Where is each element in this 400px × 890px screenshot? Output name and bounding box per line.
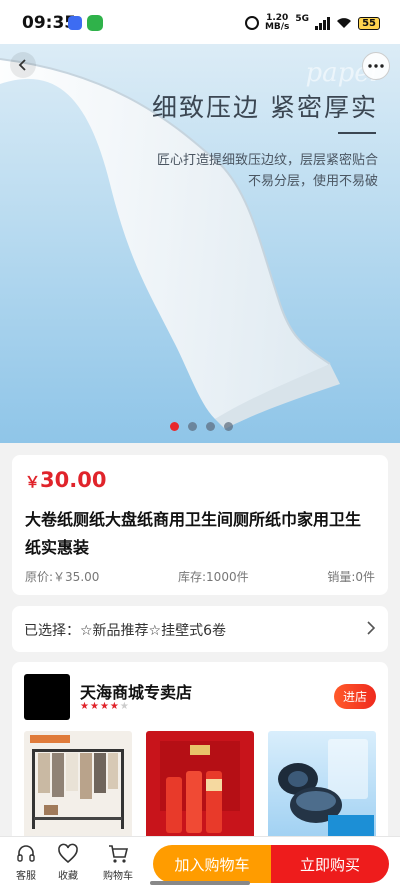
add-to-cart-button[interactable]: 加入购物车 xyxy=(153,845,271,883)
network-speed: 1.20 MB/s xyxy=(265,14,289,32)
spec-selector[interactable]: 已选择：☆新品推荐☆挂壁式6卷 xyxy=(12,606,388,652)
product-info-card: ￥30.00 大卷纸厕纸大盘纸商用卫生间厕所纸巾家用卫生纸实惠装 原价:￥35.… xyxy=(12,455,388,595)
signal-icon xyxy=(315,16,331,30)
carousel-dot[interactable] xyxy=(188,422,197,431)
product-title: 大卷纸厕纸大盘纸商用卫生间厕所纸巾家用卫生纸实惠装 xyxy=(25,510,362,557)
star-icon: ★ xyxy=(99,701,110,712)
product-price: ￥30.00 xyxy=(25,468,106,492)
shop-card: 天海商城专卖店 ★★★★★ 进店 xyxy=(12,662,388,862)
hero-subtitle: 匠心打造提细致压边纹，层层紧密贴合 不易分层，使用不易破 xyxy=(157,150,378,192)
chevron-right-icon xyxy=(367,621,376,635)
heart-icon xyxy=(58,843,78,864)
favorite-button[interactable]: 收藏 xyxy=(48,843,88,882)
original-price: 原价:￥35.00 xyxy=(25,570,100,584)
star-icon: ★ xyxy=(89,701,100,712)
star-icon: ★ xyxy=(109,701,120,712)
shop-rating: ★★★★★ xyxy=(80,701,130,712)
price-currency: ￥ xyxy=(25,473,41,491)
hero-divider xyxy=(338,132,376,134)
gift-box-image xyxy=(160,741,240,833)
clothes-rack-image xyxy=(30,735,124,829)
hero-title: 细致压边 紧密厚实 xyxy=(152,93,378,122)
earbuds-image xyxy=(278,739,374,839)
star-icon: ★ xyxy=(80,701,90,712)
notification-app-icon xyxy=(68,16,82,30)
cart-label: 购物车 xyxy=(103,871,133,882)
shop-name[interactable]: 天海商城专卖店 xyxy=(80,679,192,703)
carousel-dot[interactable] xyxy=(170,422,179,431)
back-button[interactable] xyxy=(10,52,36,78)
carousel-indicator[interactable] xyxy=(170,422,233,431)
home-indicator[interactable] xyxy=(150,881,250,885)
carousel-dot[interactable] xyxy=(206,422,215,431)
network-type: 5G xyxy=(295,14,310,24)
customer-service-button[interactable]: 客服 xyxy=(6,843,46,882)
shop-product-thumbnail[interactable] xyxy=(24,731,132,841)
status-bar: 09:35 1.20 MB/s 5G 55 xyxy=(0,0,400,44)
chevron-left-icon xyxy=(18,59,26,71)
stock-count: 库存:1000件 xyxy=(178,570,249,584)
wechat-icon xyxy=(87,15,103,31)
enter-shop-button[interactable]: 进店 xyxy=(333,684,376,709)
price-value: 30.00 xyxy=(40,468,107,492)
status-indicators: 1.20 MB/s 5G 55 xyxy=(244,14,380,32)
battery-icon: 55 xyxy=(358,16,380,30)
cart-button[interactable]: 购物车 xyxy=(98,843,138,882)
selected-spec-label: 已选择：☆新品推荐☆挂壁式6卷 xyxy=(24,623,227,639)
alarm-icon xyxy=(244,16,259,30)
product-image-carousel[interactable]: papel 细致压边 紧密厚实 匠心打造提细致压边纹，层层紧密贴合 不易分层，使… xyxy=(0,44,400,443)
network-speed-unit: MB/s xyxy=(264,22,290,32)
hero-subtitle-line1: 匠心打造提细致压边纹，层层紧密贴合 xyxy=(156,153,378,168)
carousel-dot[interactable] xyxy=(224,422,233,431)
shopping-cart-icon xyxy=(109,845,129,863)
wifi-icon xyxy=(337,18,352,28)
favorite-label: 收藏 xyxy=(58,871,78,882)
shop-product-thumbnail[interactable] xyxy=(146,731,254,841)
shop-product-thumbnail[interactable] xyxy=(268,731,376,841)
sales-count: 销量:0件 xyxy=(327,570,375,584)
more-button[interactable] xyxy=(362,52,390,80)
hero-subtitle-line2: 不易分层，使用不易破 xyxy=(247,174,378,189)
customer-service-label: 客服 xyxy=(16,871,36,882)
star-icon: ★ xyxy=(119,701,130,712)
more-dots-icon xyxy=(368,64,384,68)
headset-icon xyxy=(17,845,35,862)
shop-logo[interactable] xyxy=(24,674,70,720)
buy-now-button[interactable]: 立即购买 xyxy=(271,845,389,883)
